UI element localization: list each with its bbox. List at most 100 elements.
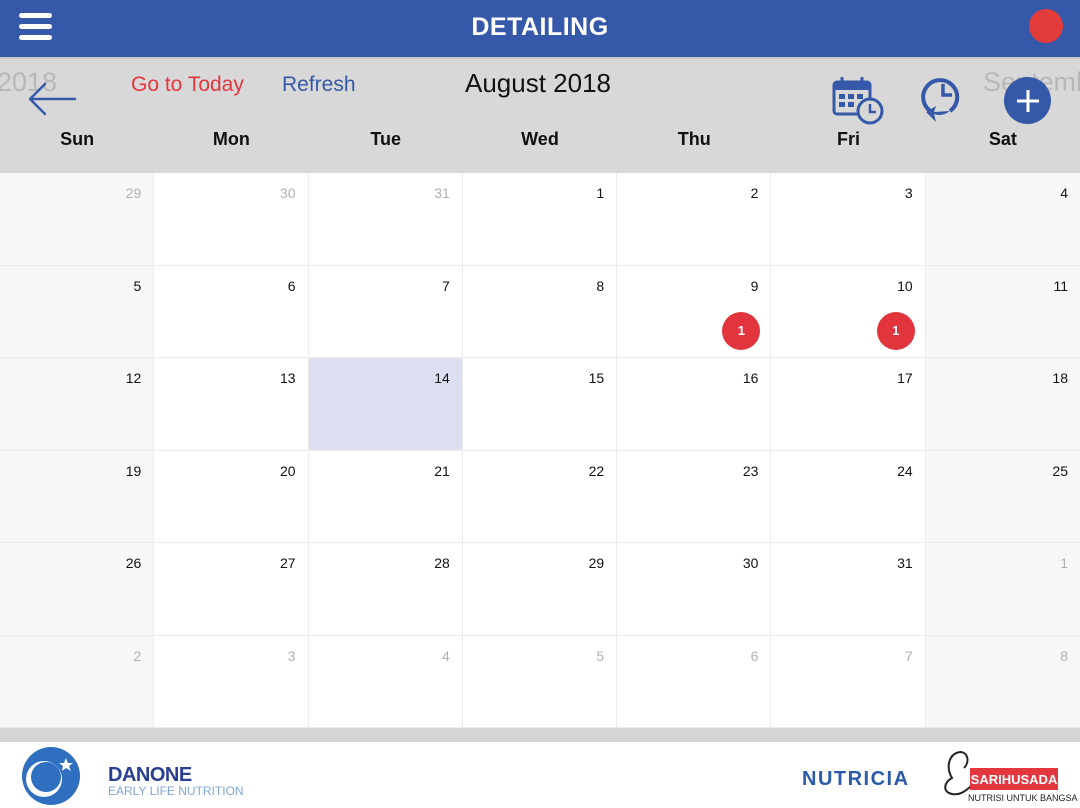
day-number: 13 — [279, 370, 296, 386]
day-number: 10 — [897, 277, 913, 294]
day-number: 8 — [596, 277, 605, 294]
day-cell-today[interactable]: 14 — [308, 358, 463, 451]
day-number: 1 — [596, 185, 605, 201]
day-number: 28 — [434, 555, 450, 571]
day-cell[interactable]: 8 — [925, 635, 1080, 728]
day-cell[interactable]: 29 — [462, 543, 618, 636]
day-number: 29 — [125, 185, 142, 201]
day-cell[interactable]: 5 — [0, 265, 155, 358]
go-to-today-button[interactable]: Go to Today — [131, 73, 244, 97]
day-cell[interactable]: 31 — [308, 173, 463, 266]
day-number: 4 — [442, 647, 450, 664]
history-icon[interactable] — [920, 74, 966, 126]
day-number: 17 — [897, 370, 913, 386]
sarihusada-tagline: NUTRISI UNTUK BANGSA — [968, 793, 1078, 803]
day-cell[interactable]: 6 — [617, 635, 772, 728]
footer-divider — [0, 728, 1080, 742]
day-cell[interactable]: 23 — [617, 450, 772, 543]
day-cell[interactable]: 29 — [0, 173, 155, 266]
day-number: 25 — [1052, 462, 1068, 479]
day-number: 7 — [442, 277, 450, 294]
day-number: 16 — [742, 370, 759, 386]
day-cell[interactable]: 21 — [308, 450, 463, 543]
day-cell[interactable]: 18 — [925, 358, 1080, 451]
day-number: 2 — [750, 185, 759, 201]
weekday-label: Fri — [837, 129, 861, 149]
day-cell[interactable]: 30 — [154, 173, 309, 266]
day-cell[interactable]: 16 — [617, 358, 772, 451]
calendar-header: 2018 Septemb Go to Today Refresh August … — [0, 57, 1080, 173]
status-indicator — [1029, 9, 1063, 43]
day-number: 31 — [897, 555, 913, 571]
day-cell[interactable]: 15 — [462, 358, 618, 451]
footer: DANONE EARLY LIFE NUTRITION NUTRICIA SAR… — [0, 742, 1080, 808]
day-number: 29 — [588, 555, 605, 571]
nutricia-brand: NUTRICIA — [802, 768, 910, 790]
day-number: 30 — [742, 555, 759, 571]
day-cell[interactable]: 3 — [771, 173, 926, 266]
day-cell[interactable]: 5 — [462, 635, 618, 728]
day-cell[interactable]: 31 — [771, 543, 926, 636]
day-cell[interactable]: 17 — [771, 358, 926, 451]
calendar-clock-icon[interactable] — [832, 75, 884, 125]
day-cell[interactable]: 27 — [154, 543, 309, 636]
day-cell[interactable]: 2 — [0, 635, 155, 728]
day-number: 3 — [287, 647, 296, 664]
day-number: 8 — [1060, 647, 1068, 664]
danone-tagline: EARLY LIFE NUTRITION — [108, 784, 244, 798]
day-cell[interactable]: 1 — [462, 173, 618, 266]
day-number: 3 — [904, 185, 913, 201]
day-cell[interactable]: 13 — [154, 358, 309, 451]
day-cell[interactable]: 25 — [925, 450, 1080, 543]
day-cell[interactable]: 8 — [462, 265, 618, 358]
day-number: 9 — [750, 277, 759, 294]
day-number: 26 — [125, 555, 142, 571]
day-number: 6 — [750, 647, 759, 664]
day-number: 18 — [1052, 370, 1068, 386]
app-title: DETAILING — [471, 13, 609, 41]
weekday-header: Sun Mon Tue Wed Thu Fri Sat — [0, 129, 1080, 150]
day-cell[interactable]: 7 — [771, 635, 926, 728]
day-number: 27 — [279, 555, 296, 571]
day-cell[interactable]: 2 — [617, 173, 772, 266]
day-cell[interactable]: 10 1 — [771, 265, 926, 358]
day-cell[interactable]: 12 — [0, 358, 155, 451]
back-arrow-icon[interactable] — [27, 81, 77, 117]
day-number: 20 — [279, 462, 296, 479]
event-count-badge[interactable]: 1 — [722, 311, 761, 350]
day-cell[interactable]: 1 — [925, 543, 1080, 636]
day-cell[interactable]: 28 — [308, 543, 463, 636]
day-number: 22 — [588, 462, 605, 479]
day-cell[interactable]: 11 — [925, 265, 1080, 358]
app: DETAILING 2018 Septemb Go to Today Refre… — [0, 0, 1080, 808]
day-number: 15 — [588, 370, 605, 386]
day-cell[interactable]: 22 — [462, 450, 618, 543]
danone-logo-icon — [22, 747, 80, 805]
day-number: 31 — [434, 185, 450, 201]
day-number: 1 — [1060, 555, 1068, 571]
day-cell[interactable]: 26 — [0, 543, 155, 636]
weekday-label: Wed — [521, 129, 559, 149]
event-count-badge[interactable]: 1 — [876, 311, 915, 350]
day-cell[interactable]: 7 — [308, 265, 463, 358]
day-cell[interactable]: 30 — [617, 543, 772, 636]
day-number: 24 — [897, 462, 913, 479]
day-cell[interactable]: 19 — [0, 450, 155, 543]
day-cell[interactable]: 3 — [154, 635, 309, 728]
day-cell[interactable]: 6 — [154, 265, 309, 358]
day-cell[interactable]: 4 — [308, 635, 463, 728]
month-title: August 2018 — [465, 68, 612, 98]
day-number: 5 — [596, 647, 605, 664]
day-number: 19 — [125, 462, 142, 479]
add-button[interactable] — [1004, 77, 1051, 124]
day-number: 14 — [434, 370, 450, 386]
day-cell[interactable]: 24 — [771, 450, 926, 543]
day-cell[interactable]: 20 — [154, 450, 309, 543]
day-number: 11 — [1053, 277, 1068, 294]
day-number: 2 — [133, 647, 142, 664]
refresh-button[interactable]: Refresh — [282, 73, 356, 97]
weekday-label: Sat — [988, 129, 1017, 149]
day-number: 12 — [125, 370, 142, 386]
day-cell[interactable]: 4 — [925, 173, 1080, 266]
day-cell[interactable]: 91 — [617, 265, 772, 358]
